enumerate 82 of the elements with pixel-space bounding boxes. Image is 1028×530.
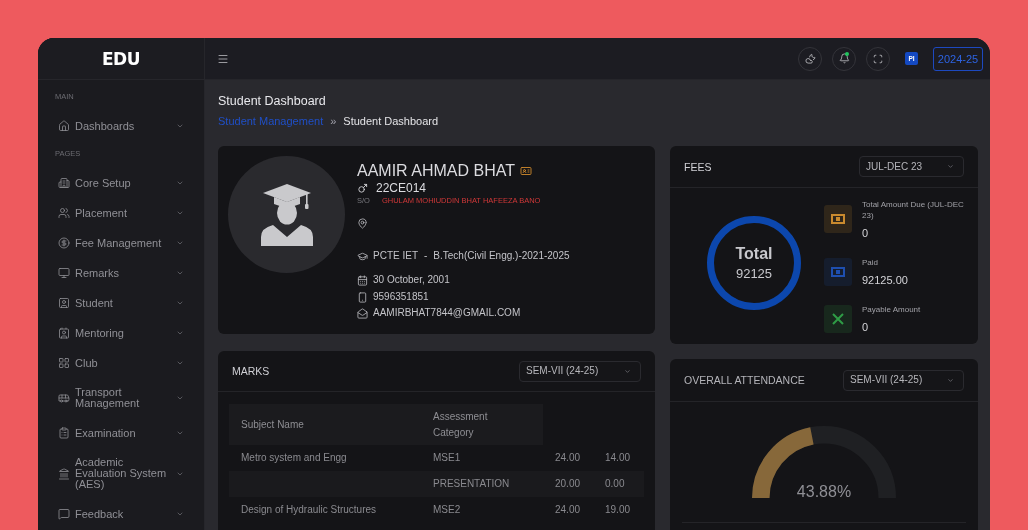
dash-separator: - (424, 250, 428, 262)
sidebar-item[interactable]: Dashboards (38, 111, 204, 141)
subject-name: Design of Hydraulic Structures (241, 504, 377, 515)
score-value: 20.00 (555, 478, 581, 489)
score-value: 14.00 (605, 452, 631, 463)
menu-icon[interactable] (217, 52, 229, 65)
user-square-icon (58, 297, 70, 309)
period-select[interactable]: SEM-VII (24-25) (519, 360, 641, 382)
period-select[interactable]: JUL-DEC 23 (859, 156, 964, 177)
period-select[interactable]: SEM-VII (24-25) (843, 369, 964, 391)
message-icon (58, 508, 70, 520)
score-value: 24.00 (555, 452, 581, 463)
x-icon (824, 304, 852, 333)
landmark-icon (58, 467, 70, 480)
clipboard-icon (58, 427, 70, 439)
building-icon (58, 177, 70, 189)
assessment-category: MSE1 (433, 452, 461, 463)
score-value: 19.00 (605, 504, 631, 515)
fee-amount: 92125.00 (862, 274, 908, 286)
bus-icon (58, 392, 70, 404)
cloud-moon-icon (804, 53, 816, 64)
column-header: Subject Name (229, 404, 421, 445)
calendar-icon (357, 274, 368, 286)
student-name: AAMIR AHMAD BHAT (357, 161, 515, 181)
score-value: 0.00 (605, 478, 625, 489)
sidebar-item[interactable]: Academic Evaluation System (AES) (38, 448, 204, 499)
bell-icon (838, 53, 850, 64)
home-icon (58, 120, 70, 132)
card-title: OVERALL ATTENDANCE (684, 374, 805, 386)
column-header: Assessment Category (421, 404, 543, 445)
phone-number: 9596351851 (373, 291, 429, 303)
sidebar-item[interactable]: Core Setup (38, 168, 204, 198)
users-icon (58, 207, 70, 219)
assessment-category: MSE2 (433, 504, 461, 515)
chevron-down-icon (624, 367, 631, 375)
id-card-icon (519, 165, 532, 177)
contact-card-icon (58, 327, 70, 339)
session-button[interactable]: 2024-25 (933, 46, 983, 71)
sidebar-item[interactable]: Fee Management (38, 228, 204, 258)
phone-icon (357, 291, 368, 303)
graduation-cap-icon (357, 250, 368, 262)
sidebar-item[interactable]: Club (38, 348, 204, 378)
card-title: MARKS (232, 365, 270, 377)
fee-label: Total Amount Due (JUL-DEC 23) (862, 199, 965, 221)
fee-label: Paid (862, 257, 878, 268)
score-value: 24.00 (555, 504, 581, 515)
page-title: Student Dashboard (218, 94, 326, 109)
institution-name: PCTE IET (373, 250, 418, 262)
mail-icon (357, 307, 368, 319)
date-of-birth: 30 October, 2001 (373, 274, 450, 286)
assessment-category: PRESENTATION (433, 478, 510, 489)
attendance-percentage: 43.88% (796, 483, 852, 501)
grid-icon (58, 357, 70, 369)
roll-number: 22CE014 (376, 181, 427, 195)
sidebar-item[interactable]: Remarks (38, 258, 204, 288)
sidebar-item[interactable]: Feedback (38, 499, 204, 529)
chevron-down-icon (947, 163, 954, 170)
chevron-down-icon (947, 376, 954, 384)
edu-logo[interactable]: EDU (102, 48, 140, 69)
dollar-circle-icon (58, 237, 70, 249)
fullscreen-icon (873, 53, 883, 64)
location-pin-icon (357, 218, 368, 229)
fee-amount: 0 (862, 227, 869, 239)
monitor-icon (58, 267, 70, 279)
subject-name: Metro system and Engg (241, 452, 347, 463)
breadcrumb-current: Student Dashboard (343, 115, 439, 127)
sidebar-item[interactable]: Mentoring (38, 318, 204, 348)
sidebar-item[interactable]: Transport Management (38, 378, 204, 418)
course-name: B.Tech(Civil Engg.)-2021-2025 (433, 250, 570, 262)
fee-label: Payable Amount (862, 304, 921, 315)
card-title: FEES (684, 160, 712, 173)
breadcrumb-separator: » (330, 115, 337, 127)
fee-amount: 0 (862, 321, 869, 333)
sidebar-item[interactable]: Placement (38, 198, 204, 228)
total-amount: 92125 (735, 266, 773, 281)
total-label: Total (735, 245, 773, 263)
male-symbol-icon (357, 182, 368, 194)
email-address: AAMIRBHAT7844@GMAIL.COM (373, 307, 521, 319)
sidebar-item[interactable]: Examination (38, 418, 204, 448)
sidebar-item[interactable]: Student (38, 288, 204, 318)
banknote-icon (824, 257, 852, 286)
banknote-icon (824, 205, 852, 233)
